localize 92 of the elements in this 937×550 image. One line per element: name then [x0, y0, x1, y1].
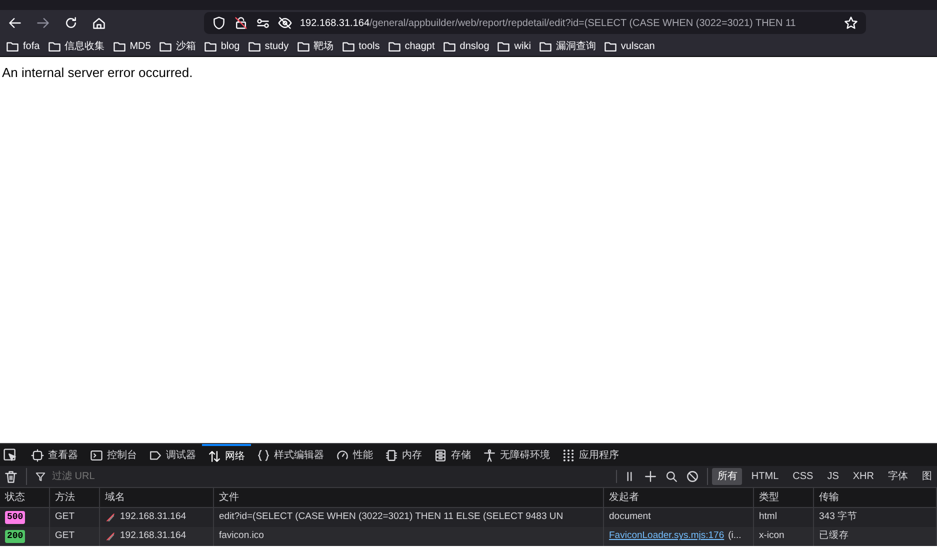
dots-grid-icon: [562, 448, 575, 462]
url-text: 192.168.31.164/general/appbuilder/web/report/repdetail/edit?id=(SELECT (CASE WHEN (3022=3021) THEN 11: [300, 16, 797, 30]
insecure-icon: [105, 512, 116, 523]
funnel-icon: [35, 471, 46, 482]
error-message: An internal server error occurred.: [2, 64, 194, 82]
plus-icon[interactable]: [644, 470, 658, 483]
folder-icon: [296, 40, 310, 52]
table-cell: 已缓存: [814, 527, 937, 546]
bookmark-item[interactable]: chagpt: [388, 38, 435, 54]
type-filter-button[interactable]: JS: [822, 468, 844, 485]
chip-icon: [385, 448, 398, 462]
table-cell-text: (i...: [728, 529, 742, 544]
bookmark-item[interactable]: 漏洞查询: [538, 38, 596, 54]
folder-icon: [204, 40, 217, 52]
block-icon[interactable]: [686, 470, 700, 483]
url-field[interactable]: 192.168.31.164/general/appbuilder/web/report/repdetail/edit?id=(SELECT (CASE WHEN (3022=3021) THEN 11: [204, 12, 866, 34]
devtools-tab[interactable]: 性能: [330, 444, 379, 466]
devtools-tab[interactable]: 应用程序: [556, 444, 625, 466]
folder-icon: [248, 40, 261, 52]
type-filter-button[interactable]: 图: [917, 468, 937, 485]
bookmark-item[interactable]: MD5: [112, 38, 151, 54]
devtools-tab[interactable]: 样式编辑器: [251, 444, 330, 466]
column-header[interactable]: 类型: [754, 488, 814, 507]
folder-icon: [442, 40, 456, 52]
crosshair-icon: [31, 448, 44, 462]
storage-icon: [434, 448, 447, 462]
devtools-tab[interactable]: 存储: [428, 444, 477, 466]
tag-shape-icon: [149, 448, 162, 462]
folder-icon: [158, 40, 172, 52]
folder-icon: [6, 40, 19, 52]
column-header[interactable]: 方法: [50, 488, 100, 507]
up-down-arrows-icon: [208, 450, 221, 462]
table-cell-text: edit?id=(SELECT (CASE WHEN (3022=3021) THEN 11 ELSE (SELECT 9483 UN: [219, 510, 564, 524]
bookmark-item[interactable]: 靶场: [296, 38, 334, 54]
bookmark-item[interactable]: vulscan: [604, 38, 655, 54]
status-code-badge: 500: [5, 510, 26, 524]
bookmark-item[interactable]: 信息收集: [48, 38, 105, 54]
devtools-tab[interactable]: 控制台: [84, 444, 143, 466]
table-cell-text: 192.168.31.164: [120, 529, 186, 544]
column-header[interactable]: 域名: [100, 488, 214, 507]
accessibility-icon: [483, 448, 496, 462]
bookmark-item[interactable]: dnslog: [442, 38, 490, 54]
type-filter-button[interactable]: CSS: [788, 468, 818, 485]
type-filter-button[interactable]: HTML: [746, 468, 784, 485]
column-header[interactable]: 传输: [814, 488, 937, 507]
folder-icon: [388, 40, 401, 52]
element-picker-icon[interactable]: [3, 448, 17, 462]
initiator-link[interactable]: FaviconLoader.sys.mjs:176: [609, 529, 724, 544]
bookmark-item[interactable]: blog: [204, 38, 240, 54]
devtools-tab[interactable]: 调试器: [143, 444, 202, 466]
braces-icon: [257, 448, 270, 462]
search-icon[interactable]: [665, 470, 678, 483]
type-filter-button[interactable]: 所有: [712, 468, 742, 485]
lock-icon[interactable]: [234, 16, 248, 30]
type-filter-button[interactable]: 字体: [883, 468, 913, 485]
bookmark-item[interactable]: study: [248, 38, 289, 54]
home-icon[interactable]: [92, 16, 106, 30]
devtools-tab[interactable]: 查看器: [25, 444, 84, 466]
table-cell-text: 192.168.31.164: [120, 510, 186, 524]
reload-icon[interactable]: [64, 16, 78, 30]
filter-field[interactable]: 过滤 URL: [50, 468, 250, 485]
bookmark-item[interactable]: fofa: [6, 38, 40, 54]
shield-icon[interactable]: [212, 16, 226, 30]
insecure-icon: [105, 531, 116, 542]
table-cell-text: document: [609, 510, 651, 524]
folder-icon: [112, 40, 126, 52]
column-header[interactable]: 文件: [214, 488, 604, 507]
table-cell: GET: [50, 527, 100, 546]
gauge-icon: [336, 448, 349, 462]
folder-icon: [48, 40, 61, 52]
console-icon: [90, 448, 103, 462]
bookmark-item[interactable]: 沙箱: [158, 38, 196, 54]
status-code-badge: 200: [5, 530, 26, 544]
folder-icon: [604, 40, 617, 52]
bookmark-item[interactable]: tools: [342, 38, 380, 54]
table-cell-text: favicon.ico: [219, 529, 264, 544]
type-filter-button[interactable]: XHR: [848, 468, 879, 485]
folder-icon: [342, 40, 355, 52]
tracking-icon[interactable]: [278, 16, 292, 30]
column-header[interactable]: 发起者: [604, 488, 754, 507]
folder-icon: [497, 40, 510, 52]
bookmark-item[interactable]: wiki: [497, 38, 531, 54]
back-icon[interactable]: [8, 16, 22, 30]
devtools-tab[interactable]: 内存: [379, 444, 428, 466]
column-header[interactable]: 状态: [0, 488, 50, 507]
permissions-icon[interactable]: [256, 16, 270, 30]
table-cell: x-icon: [754, 527, 814, 546]
bookmark-star-icon[interactable]: [844, 16, 858, 30]
folder-icon: [538, 40, 552, 52]
devtools-tab[interactable]: 无障碍环境: [477, 444, 556, 466]
forward-icon[interactable]: [36, 16, 50, 30]
trash-icon[interactable]: [4, 470, 18, 484]
